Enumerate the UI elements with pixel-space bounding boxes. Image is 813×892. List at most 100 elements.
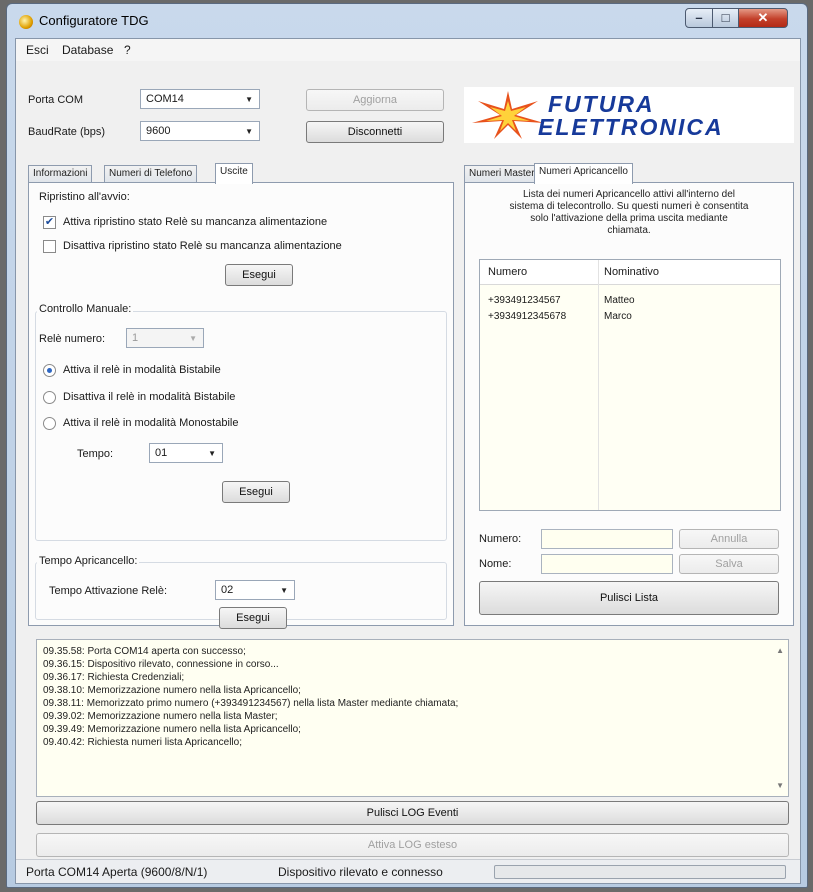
description-line: sistema di telecontrollo. Su questi nume…: [509, 201, 749, 212]
log-line: 09.40.42: Richiesta numeri lista Aprican…: [43, 737, 242, 748]
minimize-button[interactable]: –: [685, 8, 713, 28]
tempo-attivazione-label: Tempo Attivazione Relè:: [49, 585, 168, 597]
tab-numeri-master[interactable]: Numeri Master: [464, 165, 540, 183]
menu-database[interactable]: Database: [58, 41, 117, 59]
aggiorna-button[interactable]: Aggiorna: [306, 89, 444, 111]
chevron-down-icon: ▼: [280, 586, 288, 595]
attiva-log-esteso-button[interactable]: Attiva LOG esteso: [36, 833, 789, 857]
menu-bar: Esci Database ?: [16, 39, 800, 61]
disconnetti-button[interactable]: Disconnetti: [306, 121, 444, 143]
ripristino-disattiva-label: Disattiva ripristino stato Relè su manca…: [63, 240, 342, 252]
chevron-down-icon: ▼: [208, 449, 216, 458]
log-line: 09.36.17: Richiesta Credenziali;: [43, 672, 185, 683]
porta-com-value: COM14: [146, 93, 184, 105]
numbers-list[interactable]: Numero Nominativo +393491234567 Matteo +…: [479, 259, 781, 511]
porta-com-label: Porta COM: [28, 94, 84, 106]
description-line: Lista dei numeri Apricancello attivi all…: [522, 189, 736, 200]
nome-label: Nome:: [479, 558, 512, 570]
pulisci-log-button[interactable]: Pulisci LOG Eventi: [36, 801, 789, 825]
rele-numero-select[interactable]: 1 ▼: [126, 328, 204, 348]
rele-numero-label: Relè numero:: [39, 333, 106, 345]
star-burst-icon: [472, 91, 544, 139]
radio-attiva-bistabile[interactable]: [43, 364, 56, 377]
app-icon: [19, 15, 33, 29]
log-line: 09.39.49: Memorizzazione numero nella li…: [43, 724, 301, 735]
row-numero[interactable]: +393491234567: [488, 295, 561, 306]
column-numero[interactable]: Numero: [488, 266, 527, 278]
ripristino-esegui-button[interactable]: Esegui: [225, 264, 293, 286]
ripristino-attiva-label: Attiva ripristino stato Relè su mancanza…: [63, 216, 328, 228]
tab-numeri-di-telefono[interactable]: Numeri di Telefono: [104, 165, 198, 183]
radio-disattiva-bistabile[interactable]: [43, 391, 56, 404]
log-line: 09.36.15: Dispositivo rilevato, connessi…: [43, 659, 279, 670]
status-progress-bar: [494, 865, 786, 879]
tempo-label: Tempo:: [77, 448, 114, 460]
row-nominativo[interactable]: Matteo: [604, 295, 635, 306]
ripristino-title: Ripristino all'avvio:: [37, 191, 132, 203]
baudrate-label: BaudRate (bps): [28, 126, 106, 138]
description-line: chiamata.: [607, 225, 651, 236]
row-numero[interactable]: +3934912345678: [488, 311, 566, 322]
annulla-button[interactable]: Annulla: [679, 529, 779, 549]
scroll-up-icon[interactable]: ▲: [776, 646, 784, 655]
close-button[interactable]: ✕: [738, 8, 788, 28]
right-tab-strip: Numeri Master Numeri Apricancello: [464, 163, 794, 184]
futura-elettronica-logo: FUTURA ELETTRONICA: [464, 87, 794, 143]
status-porta: Porta COM14 Aperta (9600/8/N/1): [26, 865, 208, 879]
status-dispositivo: Dispositivo rilevato e connesso: [278, 865, 443, 879]
column-divider: [598, 260, 599, 510]
pulisci-lista-button[interactable]: Pulisci Lista: [479, 581, 779, 615]
checkmark-icon: ✔: [44, 216, 55, 228]
maximize-button[interactable]: □: [712, 8, 739, 28]
controllo-manuale-title: Controllo Manuale:: [37, 303, 134, 315]
salva-button[interactable]: Salva: [679, 554, 779, 574]
title-bar[interactable]: Configuratore TDG – □ ✕: [7, 4, 807, 38]
ripristino-disattiva-checkbox[interactable]: [43, 240, 56, 253]
window-title: Configuratore TDG: [39, 13, 149, 28]
ripristino-attiva-checkbox[interactable]: ✔: [43, 216, 56, 229]
event-log[interactable]: 09.35.58: Porta COM14 aperta con success…: [36, 639, 789, 797]
list-header: Numero Nominativo: [480, 260, 780, 285]
logo-line-2: ELETTRONICA: [538, 114, 724, 140]
minimize-icon: –: [695, 10, 703, 25]
radio-attiva-bistabile-label: Attiva il relè in modalità Bistabile: [63, 364, 221, 376]
chevron-down-icon: ▼: [245, 95, 253, 104]
apricancello-title: Tempo Apricancello:: [37, 555, 140, 567]
column-nominativo[interactable]: Nominativo: [604, 266, 659, 278]
application-window: Configuratore TDG – □ ✕ Esci Database ? …: [6, 3, 808, 888]
log-line: 09.38.11: Memorizzato primo numero (+393…: [43, 698, 459, 709]
tempo-attivazione-select[interactable]: 02 ▼: [215, 580, 295, 600]
log-line: 09.39.02: Memorizzazione numero nella li…: [43, 711, 278, 722]
radio-attiva-monostabile[interactable]: [43, 417, 56, 430]
log-line: 09.38.10: Memorizzazione numero nella li…: [43, 685, 301, 696]
uscite-panel: Ripristino all'avvio: ✔ Attiva ripristin…: [28, 182, 454, 629]
apricancello-esegui-button[interactable]: Esegui: [219, 607, 287, 629]
numero-input[interactable]: [541, 529, 673, 549]
porta-com-select[interactable]: COM14 ▼: [140, 89, 260, 109]
left-tab-strip: Informazioni Numeri di Telefono Uscite: [28, 163, 448, 184]
menu-help[interactable]: ?: [120, 41, 135, 59]
tab-numeri-apricancello[interactable]: Numeri Apricancello: [534, 163, 633, 184]
row-nominativo[interactable]: Marco: [604, 311, 632, 322]
client-area: Esci Database ? Porta COM COM14 ▼ BaudRa…: [15, 38, 801, 884]
close-icon: ✕: [757, 10, 769, 25]
baudrate-select[interactable]: 9600 ▼: [140, 121, 260, 141]
controllo-esegui-button[interactable]: Esegui: [222, 481, 290, 503]
description-line: solo l'attivazione della prima uscita me…: [530, 213, 728, 224]
status-bar: Porta COM14 Aperta (9600/8/N/1) Disposit…: [16, 859, 800, 883]
numero-label: Numero:: [479, 533, 522, 545]
apricancello-numbers-panel: Lista dei numeri Apricancello attivi all…: [464, 182, 794, 626]
nome-input[interactable]: [541, 554, 673, 574]
tab-uscite[interactable]: Uscite: [215, 163, 253, 184]
tempo-select[interactable]: 01 ▼: [149, 443, 223, 463]
menu-esci[interactable]: Esci: [22, 41, 53, 59]
tempo-attivazione-value: 02: [221, 584, 234, 596]
tempo-value: 01: [155, 447, 168, 459]
scroll-down-icon[interactable]: ▼: [776, 781, 784, 790]
baudrate-value: 9600: [146, 125, 171, 137]
tab-informazioni[interactable]: Informazioni: [28, 165, 93, 183]
rele-numero-value: 1: [132, 332, 139, 344]
log-line: 09.35.58: Porta COM14 aperta con success…: [43, 646, 246, 657]
chevron-down-icon: ▼: [189, 334, 197, 343]
radio-attiva-monostabile-label: Attiva il relè in modalità Monostabile: [63, 417, 239, 429]
